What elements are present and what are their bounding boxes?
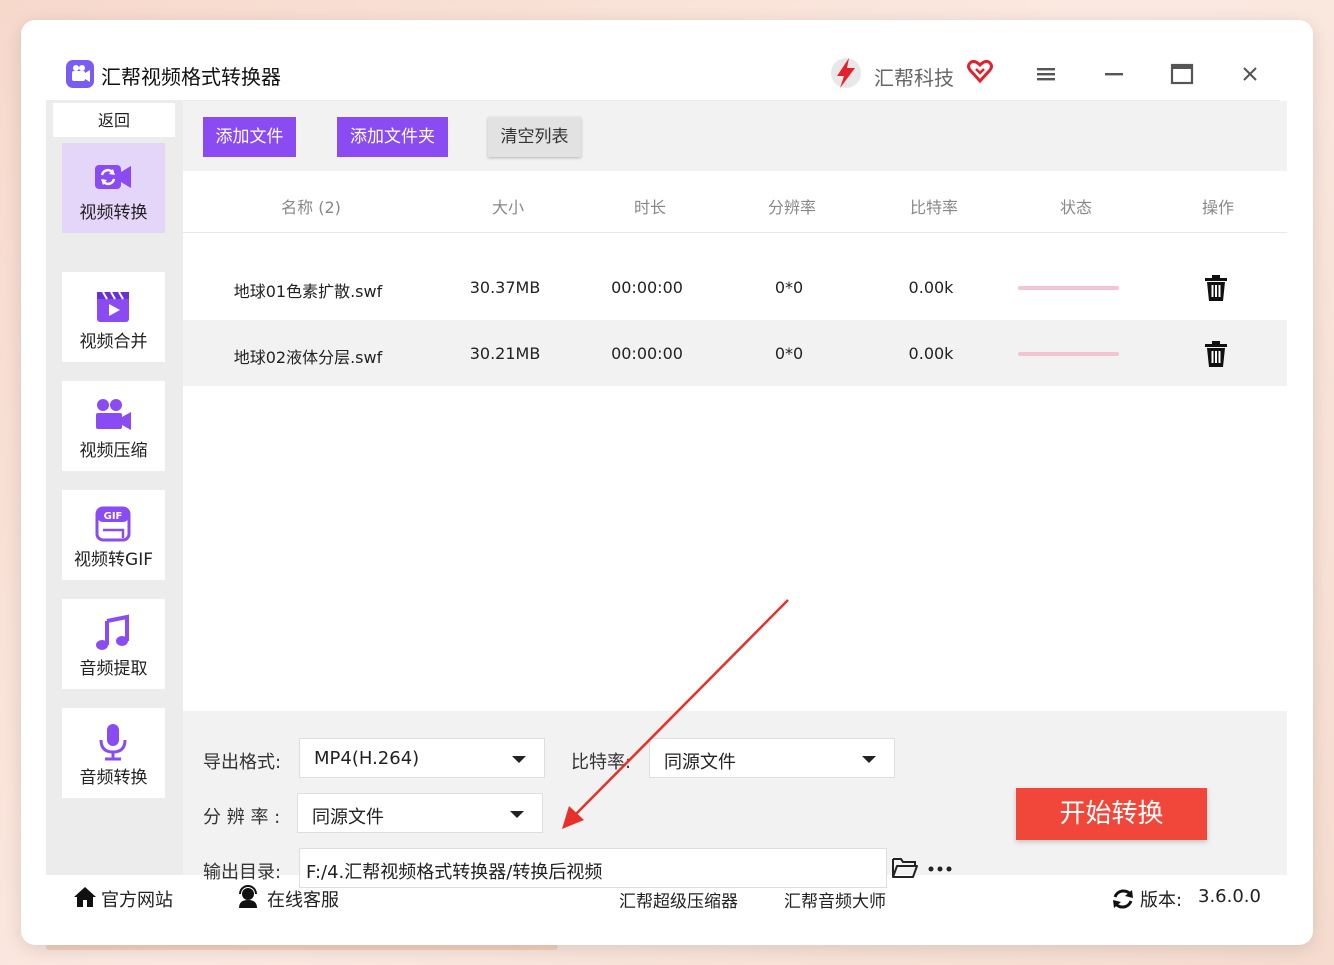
header-name: 名称 (2) — [281, 198, 341, 217]
app-window: 汇帮视频格式转换器 汇帮科技 返回 视频转换 视频合并 视频压缩 GIF 视频转… — [21, 20, 1313, 945]
header-size: 大小 — [491, 198, 524, 217]
table-row[interactable]: 地球02液体分层.swf 30.21MB 00:00:00 0*0 0.00k — [183, 320, 1287, 386]
app-title: 汇帮视频格式转换器 — [101, 65, 281, 89]
resolution-select[interactable]: 同源文件 — [297, 793, 543, 833]
svg-text:GIF: GIF — [104, 511, 123, 522]
version-label: 版本: — [1140, 890, 1183, 911]
official-website-link[interactable]: 官方网站 — [101, 886, 173, 912]
home-icon — [74, 887, 96, 907]
sidebar-item-video-to-gif[interactable]: GIF 视频转GIF — [62, 490, 165, 580]
trash-icon[interactable] — [1203, 274, 1229, 302]
video-merge-icon — [97, 291, 129, 322]
close-icon[interactable] — [1236, 60, 1264, 88]
refresh-icon[interactable] — [1111, 887, 1135, 911]
sidebar-item-video-merge[interactable]: 视频合并 — [62, 272, 165, 362]
version-number: 3.6.0.0 — [1198, 886, 1261, 907]
file-list: 名称 (2) 大小 时长 分辨率 比特率 状态 操作 地球01色素扩散.swf … — [183, 171, 1287, 711]
video-convert-icon — [95, 165, 131, 189]
header-status: 状态 — [1059, 198, 1092, 217]
music-note-icon — [96, 614, 129, 650]
bitrate-value: 同源文件 — [664, 752, 736, 773]
sidebar-item-label: 视频压缩 — [79, 441, 148, 461]
footer-bar: 官方网站 在线客服 汇帮超级压缩器 汇帮音频大师 版本: 3.6.0.0 — [46, 875, 1280, 945]
trash-icon[interactable] — [1203, 340, 1229, 368]
minimize-icon[interactable] — [1100, 60, 1128, 88]
output-settings: 导出格式: MP4(H.264) 比特率: 同源文件 分 辨 率 : 同源文件 … — [183, 731, 1287, 888]
sidebar-item-label: 视频合并 — [79, 332, 148, 352]
gif-icon: GIF — [95, 506, 131, 542]
header-resolution: 分辨率 — [767, 198, 816, 217]
online-support-link[interactable]: 在线客服 — [267, 886, 339, 912]
menu-icon[interactable] — [1032, 60, 1060, 88]
title-bar: 汇帮视频格式转换器 汇帮科技 — [21, 20, 1313, 100]
file-bitrate: 0.00k — [908, 344, 954, 363]
bitrate-select[interactable]: 同源文件 — [649, 738, 895, 778]
sidebar-item-video-convert[interactable]: 视频转换 — [62, 143, 165, 233]
audio-master-link[interactable]: 汇帮音频大师 — [784, 887, 886, 912]
file-size: 30.21MB — [469, 344, 541, 363]
header-bitrate: 比特率 — [909, 198, 958, 217]
status-progress-bar — [1018, 286, 1119, 290]
format-select[interactable]: MP4(H.264) — [299, 738, 545, 778]
format-label: 导出格式: — [203, 752, 282, 773]
file-size: 30.37MB — [469, 278, 541, 297]
sidebar: 返回 视频转换 视频合并 视频压缩 GIF 视频转GIF 音频提取 音频转换 — [46, 101, 183, 875]
app-logo-icon — [66, 60, 94, 88]
file-duration: 00:00:00 — [611, 344, 683, 363]
file-name: 地球01色素扩散.swf — [233, 282, 383, 301]
header-actions: 操作 — [1201, 198, 1234, 217]
sidebar-item-label: 音频转换 — [79, 768, 148, 788]
resolution-label: 分 辨 率 : — [203, 807, 281, 828]
bitrate-label: 比特率: — [571, 752, 632, 773]
add-file-button[interactable]: 添加文件 — [203, 117, 296, 157]
back-button[interactable]: 返回 — [53, 103, 175, 137]
sidebar-item-video-compress[interactable]: 视频压缩 — [62, 381, 165, 471]
sidebar-item-audio-extract[interactable]: 音频提取 — [62, 599, 165, 689]
sidebar-item-audio-convert[interactable]: 音频转换 — [62, 708, 165, 798]
clear-list-button[interactable]: 清空列表 — [488, 117, 581, 157]
chevron-down-icon — [510, 811, 524, 818]
brand-name: 汇帮科技 — [874, 66, 954, 90]
heart-icon[interactable] — [967, 58, 993, 84]
sidebar-item-label: 视频转GIF — [74, 550, 153, 570]
compressor-link[interactable]: 汇帮超级压缩器 — [619, 887, 738, 912]
support-agent-icon — [239, 885, 257, 908]
header-duration: 时长 — [633, 198, 666, 217]
microphone-icon — [99, 724, 127, 761]
file-name: 地球02液体分层.swf — [233, 348, 383, 367]
add-folder-button[interactable]: 添加文件夹 — [337, 117, 448, 157]
brand-logo-icon — [831, 58, 861, 88]
table-header: 名称 (2) 大小 时长 分辨率 比特率 状态 操作 — [183, 171, 1287, 233]
chevron-down-icon — [512, 756, 526, 763]
file-duration: 00:00:00 — [611, 278, 683, 297]
sidebar-item-label: 视频转换 — [79, 203, 148, 223]
sidebar-item-label: 音频提取 — [79, 659, 148, 679]
file-resolution: 0*0 — [774, 278, 804, 297]
file-bitrate: 0.00k — [908, 278, 954, 297]
status-progress-bar — [1018, 352, 1119, 356]
file-resolution: 0*0 — [774, 344, 804, 363]
format-value: MP4(H.264) — [314, 748, 420, 769]
start-convert-button[interactable]: 开始转换 — [1016, 788, 1207, 840]
main-panel: 添加文件 添加文件夹 清空列表 名称 (2) 大小 时长 分辨率 比特率 状态 … — [183, 101, 1287, 888]
resolution-value: 同源文件 — [312, 807, 384, 828]
video-compress-icon — [96, 399, 131, 430]
table-row[interactable]: 地球01色素扩散.swf 30.37MB 00:00:00 0*0 0.00k — [183, 254, 1287, 320]
maximize-icon[interactable] — [1168, 60, 1196, 88]
chevron-down-icon — [862, 756, 876, 763]
